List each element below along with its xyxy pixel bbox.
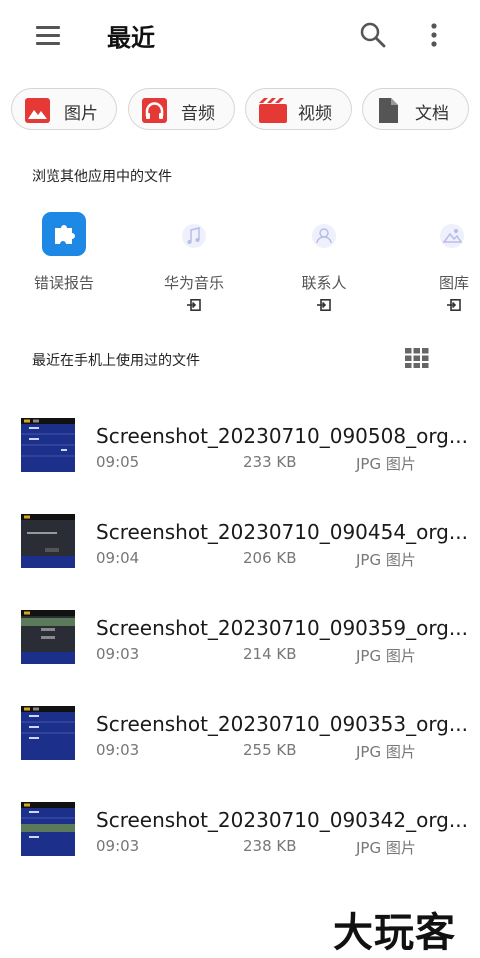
recent-section-title: 最近在手机上使用过的文件 — [32, 353, 200, 369]
gallery-app-icon — [430, 212, 474, 256]
grid-view-icon[interactable] — [405, 348, 429, 368]
menu-icon[interactable] — [34, 24, 62, 46]
file-thumbnail — [21, 706, 75, 760]
file-row[interactable]: Screenshot_20230710_090454_org.... 09:04… — [0, 504, 480, 600]
top-app-bar: 最近 — [0, 0, 480, 72]
file-name: Screenshot_20230710_090454_org.... — [96, 520, 466, 544]
contacts-app-icon — [302, 212, 346, 256]
file-size: 233 KB — [243, 453, 297, 471]
file-type: JPG 图片 — [356, 455, 416, 473]
file-name: Screenshot_20230710_090508_org.... — [96, 424, 466, 448]
watermark-logo: 大玩客 — [333, 910, 456, 956]
file-type: JPG 图片 — [356, 743, 416, 761]
file-row[interactable]: Screenshot_20230710_090342_org.... 09:03… — [0, 792, 480, 888]
file-size: 238 KB — [243, 837, 297, 855]
file-name: Screenshot_20230710_090353_org.... — [96, 712, 466, 736]
search-icon[interactable] — [358, 20, 388, 50]
app-gallery[interactable]: 图库 — [394, 205, 480, 315]
external-link-icon — [187, 296, 201, 311]
external-link-icon — [447, 296, 461, 311]
app-bug-report[interactable]: 错误报告 — [4, 205, 124, 315]
file-time: 09:03 — [96, 741, 140, 759]
apps-section-title: 浏览其他应用中的文件 — [32, 169, 172, 185]
app-contacts[interactable]: 联系人 — [264, 205, 384, 315]
app-label: 图库 — [438, 274, 469, 292]
app-huawei-music[interactable]: 华为音乐 — [134, 205, 254, 315]
file-time: 09:04 — [96, 549, 140, 567]
file-time: 09:03 — [96, 645, 140, 663]
chip-label: 文档 — [415, 104, 449, 124]
file-name: Screenshot_20230710_090342_org.... — [96, 808, 466, 832]
chip-label: 视频 — [298, 104, 332, 124]
headphones-icon — [142, 98, 167, 123]
music-app-icon — [172, 212, 216, 256]
chip-documents[interactable]: 文档 — [362, 88, 469, 130]
chip-audio[interactable]: 音频 — [128, 88, 235, 130]
apps-list: 错误报告 华为音乐 联系人 图库 — [0, 205, 480, 315]
file-thumbnail — [21, 610, 75, 664]
chip-images[interactable]: 图片 — [11, 88, 117, 130]
page-title: 最近 — [107, 24, 155, 52]
file-type: JPG 图片 — [356, 551, 416, 569]
image-icon — [25, 98, 50, 123]
document-icon — [376, 98, 401, 123]
file-time: 09:03 — [96, 837, 140, 855]
file-thumbnail — [21, 418, 75, 472]
file-size: 206 KB — [243, 549, 297, 567]
file-size: 255 KB — [243, 741, 297, 759]
app-label: 华为音乐 — [163, 274, 224, 292]
chip-label: 音频 — [181, 104, 215, 124]
file-thumbnail — [21, 514, 75, 568]
file-row[interactable]: Screenshot_20230710_090353_org.... 09:03… — [0, 696, 480, 792]
file-type: JPG 图片 — [356, 647, 416, 665]
category-chips: 图片 音频 视频 文档 — [0, 88, 480, 130]
file-name: Screenshot_20230710_090359_org.... — [96, 616, 466, 640]
file-row[interactable]: Screenshot_20230710_090508_org.... 09:05… — [0, 408, 480, 504]
chip-label: 图片 — [64, 104, 98, 124]
chip-video[interactable]: 视频 — [245, 88, 352, 130]
file-type: JPG 图片 — [356, 839, 416, 857]
app-label: 联系人 — [301, 274, 347, 292]
puzzle-icon — [42, 212, 86, 256]
file-row[interactable]: Screenshot_20230710_090359_org.... 09:03… — [0, 600, 480, 696]
more-options-icon[interactable] — [424, 20, 444, 50]
video-icon — [259, 98, 287, 123]
file-thumbnail — [21, 802, 75, 856]
file-size: 214 KB — [243, 645, 297, 663]
file-time: 09:05 — [96, 453, 140, 471]
external-link-icon — [317, 296, 331, 311]
app-label: 错误报告 — [33, 274, 94, 292]
